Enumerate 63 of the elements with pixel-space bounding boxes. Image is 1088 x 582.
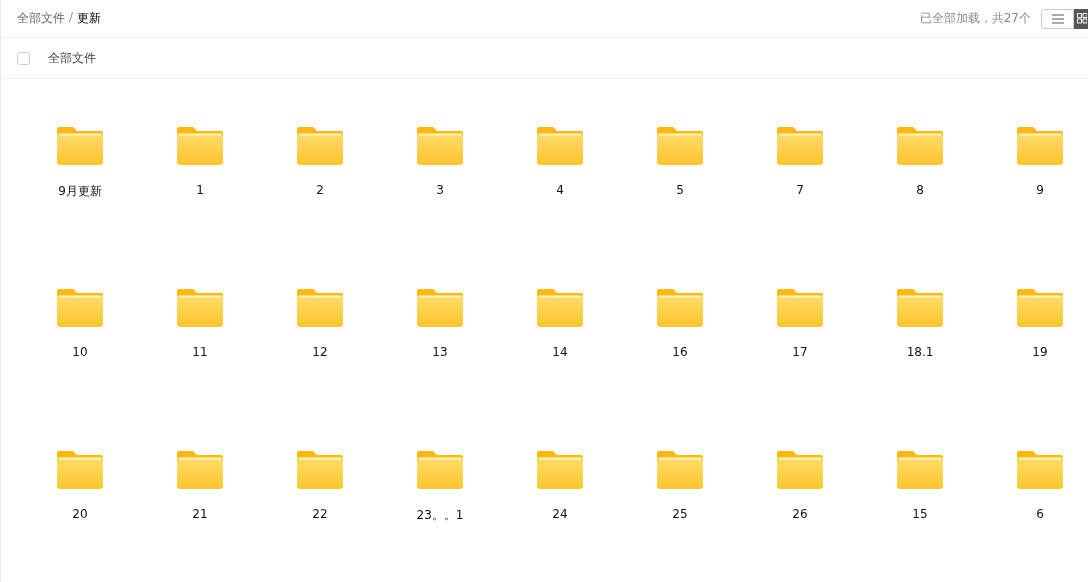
folder-icon[interactable] xyxy=(57,125,103,165)
folder-icon[interactable] xyxy=(897,287,943,327)
folder-icon[interactable] xyxy=(777,125,823,165)
folder-icon[interactable] xyxy=(537,125,583,165)
folder-name[interactable]: 19 xyxy=(1032,345,1048,359)
folder-name[interactable]: 3 xyxy=(436,183,444,197)
breadcrumb-separator: / xyxy=(69,10,74,26)
folder-icon[interactable] xyxy=(177,287,223,327)
select-all-label: 全部文件 xyxy=(48,49,96,67)
folder-name[interactable]: 12 xyxy=(312,345,328,359)
folder-name[interactable]: 20 xyxy=(72,507,88,521)
folder-name[interactable]: 18.1 xyxy=(906,345,934,359)
folder-icon[interactable] xyxy=(417,125,463,165)
folder-icon[interactable] xyxy=(297,287,343,327)
folder-icon[interactable] xyxy=(657,287,703,327)
folder-icon[interactable] xyxy=(777,449,823,489)
folder-name[interactable]: 23。。1 xyxy=(416,507,464,524)
load-status: 已全部加载，共27个 xyxy=(919,10,1031,27)
folder-icon[interactable] xyxy=(897,125,943,165)
folder-name[interactable]: 14 xyxy=(552,345,568,359)
folder-icon[interactable] xyxy=(897,449,943,489)
folder-name[interactable]: 4 xyxy=(556,183,564,197)
grid-view-button[interactable] xyxy=(1074,8,1088,29)
folder-icon[interactable] xyxy=(537,287,583,327)
folder-name[interactable]: 1 xyxy=(196,183,204,197)
folder-icon[interactable] xyxy=(1017,287,1063,327)
folder-name[interactable]: 26 xyxy=(792,507,808,521)
folder-icon[interactable] xyxy=(57,449,103,489)
grid-icon xyxy=(1077,13,1087,24)
folder-name[interactable]: 21 xyxy=(192,507,208,521)
folder-icon[interactable] xyxy=(297,449,343,489)
list-icon xyxy=(1051,13,1064,24)
folder-name[interactable]: 17 xyxy=(792,345,808,359)
folder-icon[interactable] xyxy=(177,449,223,489)
folder-icon[interactable] xyxy=(1017,449,1063,489)
folder-name[interactable]: 13 xyxy=(432,345,448,359)
folder-name[interactable]: 5 xyxy=(676,183,684,197)
folder-name[interactable]: 25 xyxy=(672,507,688,521)
folder-name[interactable]: 11 xyxy=(192,345,208,359)
folder-name[interactable]: 6 xyxy=(1036,507,1044,521)
folder-icon[interactable] xyxy=(417,287,463,327)
folder-name[interactable]: 10 xyxy=(72,345,88,359)
folder-icon[interactable] xyxy=(177,125,223,165)
folder-icon[interactable] xyxy=(777,287,823,327)
folder-name[interactable]: 2 xyxy=(316,183,324,197)
folder-icon[interactable] xyxy=(1017,125,1063,165)
folder-icon[interactable] xyxy=(417,449,463,489)
breadcrumb-current: 更新 xyxy=(77,10,102,27)
select-all-checkbox[interactable] xyxy=(17,51,30,65)
folder-icon[interactable] xyxy=(297,125,343,165)
folder-name[interactable]: 16 xyxy=(672,345,688,359)
folder-name[interactable]: 15 xyxy=(912,507,928,521)
folder-icon[interactable] xyxy=(657,449,703,489)
breadcrumb-link[interactable]: 全部文件 xyxy=(17,10,65,27)
folder-icon[interactable] xyxy=(657,125,703,165)
folder-icon[interactable] xyxy=(537,449,583,489)
folder-name[interactable]: 8 xyxy=(916,183,924,197)
folder-name[interactable]: 24 xyxy=(552,507,568,521)
folder-name[interactable]: 7 xyxy=(796,183,804,197)
folder-name[interactable]: 9月更新 xyxy=(58,183,102,200)
folder-name[interactable]: 22 xyxy=(312,507,328,521)
folder-name[interactable]: 9 xyxy=(1036,183,1044,197)
folder-icon[interactable] xyxy=(57,287,103,327)
